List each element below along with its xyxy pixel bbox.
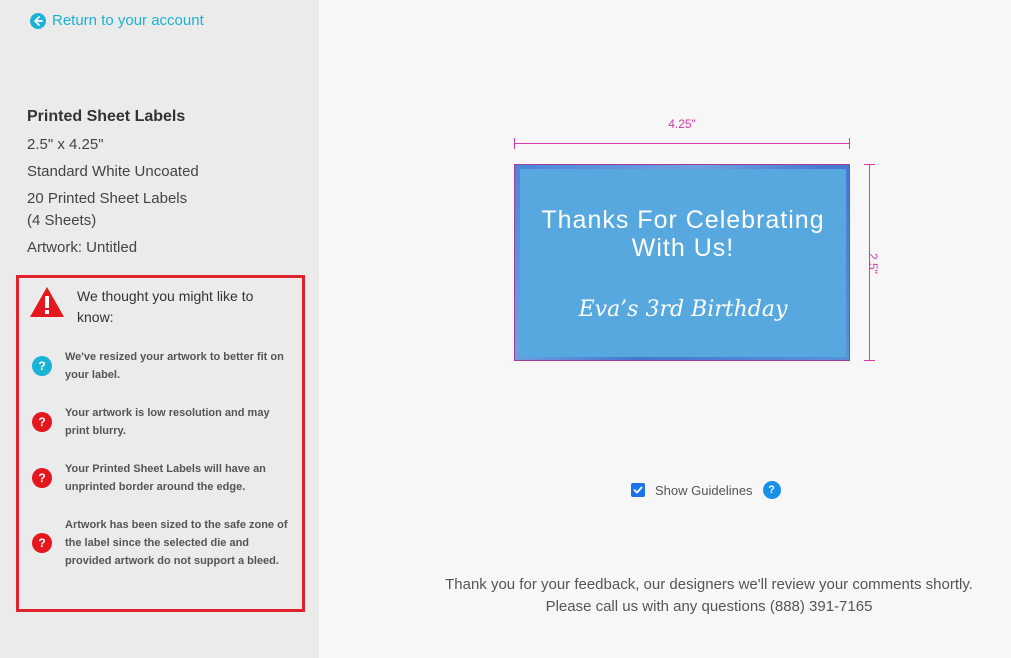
notice-item-text: Your artwork is low resolution and may p… xyxy=(65,407,270,437)
return-link-label: Return to your account xyxy=(52,12,204,29)
sidebar: Return to your account Printed Sheet Lab… xyxy=(0,0,319,658)
question-error-icon[interactable]: ? xyxy=(32,412,52,432)
height-dimension-tick xyxy=(864,164,875,165)
show-guidelines-checkbox[interactable] xyxy=(631,483,645,497)
product-quantity-line2: (4 Sheets) xyxy=(27,212,97,229)
notice-item: ? Your Printed Sheet Labels will have an… xyxy=(32,460,292,496)
warning-triangle-icon xyxy=(30,287,64,317)
help-question-icon[interactable]: ? xyxy=(762,481,781,499)
label-text-line2: Eva’s 3rd Birthday xyxy=(578,297,788,322)
height-dimension-label: 2.5" xyxy=(866,253,880,274)
height-dimension-tick xyxy=(864,360,875,361)
notice-item: ? Your artwork is low resolution and may… xyxy=(32,404,292,440)
notice-heading: We thought you might like to know: xyxy=(77,288,254,325)
label-preview[interactable]: Thanks For Celebrating With Us! Eva’s 3r… xyxy=(514,164,850,361)
product-artwork: Artwork: Untitled xyxy=(27,239,138,256)
product-title: Printed Sheet Labels xyxy=(27,108,186,125)
notice-item: ? Artwork has been sized to the safe zon… xyxy=(32,516,292,570)
product-material: Standard White Uncoated xyxy=(27,163,199,180)
notice-item-text: Your Printed Sheet Labels will have an u… xyxy=(65,463,266,493)
width-dimension-line xyxy=(514,143,850,144)
return-to-account-link[interactable]: Return to your account xyxy=(30,12,204,29)
question-info-icon[interactable]: ? xyxy=(32,356,52,376)
feedback-line2: Please call us with any questions (888) … xyxy=(545,598,873,615)
label-safe-zone: Thanks For Celebrating With Us! Eva’s 3r… xyxy=(520,169,846,357)
feedback-message: Thank you for your feedback, our designe… xyxy=(409,574,1009,618)
label-text-line1: Thanks For Celebrating With Us! xyxy=(541,206,825,262)
notice-item-text: We've resized your artwork to better fit… xyxy=(65,351,284,381)
notice-item-text: Artwork has been sized to the safe zone … xyxy=(65,519,288,567)
notice-box: We thought you might like to know: ? We'… xyxy=(16,275,305,612)
width-dimension-tick xyxy=(514,138,515,149)
width-dimension-label: 4.25" xyxy=(668,117,696,131)
product-size: 2.5" x 4.25" xyxy=(27,136,104,153)
notice-header: We thought you might like to know: xyxy=(29,286,277,328)
checkmark-icon xyxy=(633,486,643,494)
feedback-line1: Thank you for your feedback, our designe… xyxy=(445,576,973,593)
arrow-left-circle-icon xyxy=(30,12,46,29)
product-info: Printed Sheet Labels 2.5" x 4.25" Standa… xyxy=(27,108,297,264)
notice-item: ? We've resized your artwork to better f… xyxy=(32,348,292,384)
width-dimension-tick xyxy=(849,138,850,149)
question-error-icon[interactable]: ? xyxy=(32,468,52,488)
show-guidelines-control: Show Guidelines ? xyxy=(631,481,781,499)
show-guidelines-label[interactable]: Show Guidelines xyxy=(655,483,753,498)
product-quantity-line1: 20 Printed Sheet Labels xyxy=(27,190,188,207)
product-quantity: 20 Printed Sheet Labels (4 Sheets) xyxy=(27,188,297,232)
question-error-icon[interactable]: ? xyxy=(32,533,52,553)
